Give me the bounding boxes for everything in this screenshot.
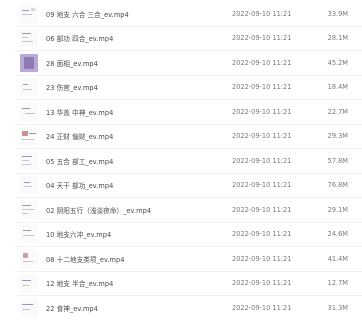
file-size: 33.9M: [327, 10, 348, 18]
file-size: 18.4M: [327, 83, 348, 91]
file-list: 09 地支 六合 三合_ev.mp4 2022-09-10 11:21 33.9…: [0, 0, 362, 320]
file-name: 08 十二地支类项_ev.mp4: [46, 256, 125, 264]
video-thumbnail-icon: [20, 274, 38, 292]
file-name: 06 部功 四合_ev.mp4: [46, 35, 114, 43]
file-size: 31.3M: [327, 304, 348, 312]
file-date: 2022-09-10 11:21: [232, 10, 292, 18]
file-row[interactable]: 06 部功 四合_ev.mp4 2022-09-10 11:21 28.1M: [0, 26, 362, 51]
file-name: 23 伤官_ev.mp4: [46, 84, 98, 92]
file-size: 29.1M: [327, 206, 348, 214]
file-name: 09 地支 六合 三合_ev.mp4: [46, 11, 129, 19]
file-row[interactable]: 04 天干 部功_ev.mp4 2022-09-10 11:21 76.8M: [0, 173, 362, 198]
file-row[interactable]: 22 食神_ev.mp4 2022-09-10 11:21 31.3M: [0, 296, 362, 320]
file-date: 2022-09-10 11:21: [232, 59, 292, 67]
file-row[interactable]: 24 正财 偏财_ev.mp4 2022-09-10 11:21 29.3M: [0, 124, 362, 149]
file-size: 28.1M: [327, 34, 348, 42]
video-thumbnail-icon: [20, 5, 38, 23]
file-size: 29.3M: [327, 132, 348, 140]
video-thumbnail-icon: [20, 250, 38, 268]
video-thumbnail-icon: [20, 201, 38, 219]
file-name: 24 正财 偏财_ev.mp4: [46, 133, 114, 141]
file-row[interactable]: 13 华盖 中神_ev.mp4 2022-09-10 11:21 22.7M: [0, 100, 362, 125]
file-date: 2022-09-10 11:21: [232, 83, 292, 91]
video-thumbnail-icon: [20, 176, 38, 194]
file-size: 22.7M: [327, 108, 348, 116]
file-date: 2022-09-10 11:21: [232, 206, 292, 214]
file-date: 2022-09-10 11:21: [232, 108, 292, 116]
file-row[interactable]: 02 阴阳五行（浅谈夜命）_ev.mp4 2022-09-10 11:21 29…: [0, 198, 362, 223]
file-size: 76.8M: [327, 181, 348, 189]
file-date: 2022-09-10 11:21: [232, 304, 292, 312]
file-row[interactable]: 23 伤官_ev.mp4 2022-09-10 11:21 18.4M: [0, 75, 362, 100]
file-name: 13 华盖 中神_ev.mp4: [46, 109, 114, 117]
file-row[interactable]: 10 地支六冲_ev.mp4 2022-09-10 11:21 24.6M: [0, 222, 362, 247]
file-date: 2022-09-10 11:21: [232, 279, 292, 287]
file-row[interactable]: 08 十二地支类项_ev.mp4 2022-09-10 11:21 41.4M: [0, 247, 362, 272]
file-size: 24.6M: [327, 230, 348, 238]
file-date: 2022-09-10 11:21: [232, 132, 292, 140]
file-size: 57.8M: [327, 157, 348, 165]
video-thumbnail-icon: [20, 225, 38, 243]
file-row[interactable]: 12 地支 半合_ev.mp4 2022-09-10 11:21 12.7M: [0, 271, 362, 296]
video-thumbnail-icon: [20, 299, 38, 317]
file-date: 2022-09-10 11:21: [232, 157, 292, 165]
file-name: 05 五合 部工_ev.mp4: [46, 158, 114, 166]
file-name: 12 地支 半合_ev.mp4: [46, 280, 114, 288]
file-row[interactable]: 05 五合 部工_ev.mp4 2022-09-10 11:21 57.8M: [0, 149, 362, 174]
file-name: 22 食神_ev.mp4: [46, 305, 98, 313]
video-thumbnail-icon: [20, 54, 38, 72]
file-name: 28 面相_ev.mp4: [46, 60, 98, 68]
file-size: 12.7M: [327, 279, 348, 287]
file-size: 41.4M: [327, 255, 348, 263]
file-name: 04 天干 部功_ev.mp4: [46, 182, 114, 190]
video-thumbnail-icon: [20, 152, 38, 170]
file-name: 02 阴阳五行（浅谈夜命）_ev.mp4: [46, 207, 152, 215]
video-thumbnail-icon: [20, 127, 38, 145]
file-size: 45.2M: [327, 59, 348, 67]
file-date: 2022-09-10 11:21: [232, 230, 292, 238]
file-date: 2022-09-10 11:21: [232, 181, 292, 189]
video-thumbnail-icon: [20, 78, 38, 96]
file-row[interactable]: 28 面相_ev.mp4 2022-09-10 11:21 45.2M: [0, 51, 362, 76]
video-thumbnail-icon: [20, 29, 38, 47]
file-date: 2022-09-10 11:21: [232, 34, 292, 42]
file-date: 2022-09-10 11:21: [232, 255, 292, 263]
file-row[interactable]: 09 地支 六合 三合_ev.mp4 2022-09-10 11:21 33.9…: [0, 2, 362, 27]
video-thumbnail-icon: [20, 103, 38, 121]
file-name: 10 地支六冲_ev.mp4: [46, 231, 112, 239]
